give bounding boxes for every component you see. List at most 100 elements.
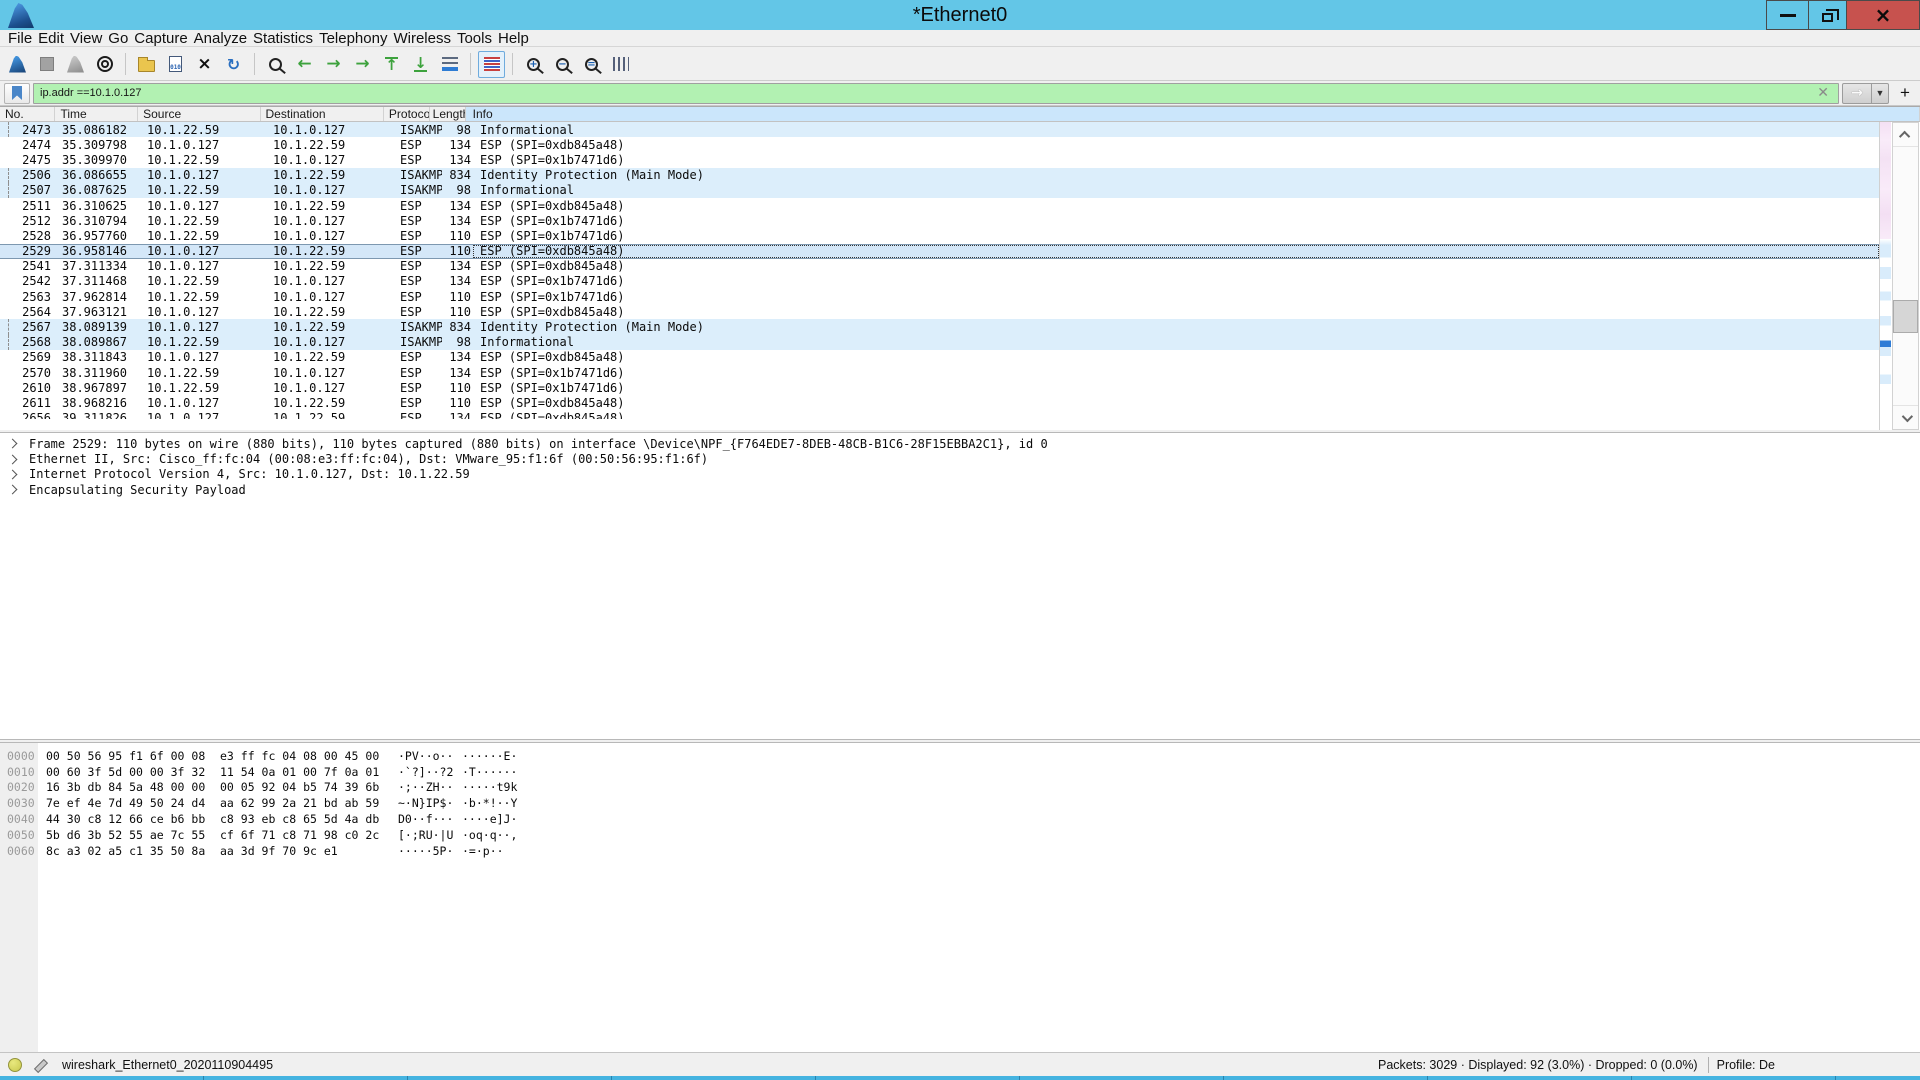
display-filter-input[interactable]: ip.addr ==10.1.0.127 ✕ xyxy=(33,83,1839,104)
open-file-button[interactable] xyxy=(133,51,160,78)
expand-icon[interactable] xyxy=(8,454,18,464)
column-header-source[interactable]: Source xyxy=(138,107,260,121)
column-header-protocol[interactable]: Protocol xyxy=(384,107,430,121)
menu-statistics[interactable]: Statistics xyxy=(250,30,316,47)
menu-go[interactable]: Go xyxy=(105,30,131,47)
zoom-out-button[interactable]: − xyxy=(549,51,576,78)
menu-telephony[interactable]: Telephony xyxy=(316,30,390,47)
intelligent-scrollbar-minimap[interactable] xyxy=(1879,122,1891,430)
reload-file-button[interactable]: ↻ xyxy=(220,51,247,78)
stop-capture-button[interactable] xyxy=(33,51,60,78)
go-to-bottom-button[interactable]: ↓ xyxy=(407,51,434,78)
packet-row-2511[interactable]: 251136.31062510.1.0.12710.1.22.59ESP134E… xyxy=(0,198,1879,213)
expand-icon[interactable] xyxy=(8,485,18,495)
close-button[interactable]: × xyxy=(1846,0,1920,30)
column-header-time[interactable]: Time xyxy=(55,107,138,121)
column-header-no[interactable]: No. xyxy=(0,107,55,121)
packet-list-scrollbar[interactable] xyxy=(1892,122,1919,430)
packet-row-2656[interactable]: 265639.31182610.1.0.12710.1.22.59ESP134E… xyxy=(0,411,1879,419)
packet-row-2507[interactable]: 250736.08762510.1.22.5910.1.0.127ISAKMP9… xyxy=(0,183,1879,198)
colorize-packets-button[interactable] xyxy=(478,51,505,78)
packet-row-2567[interactable]: 256738.08913910.1.0.12710.1.22.59ISAKMP8… xyxy=(0,319,1879,334)
detail-row[interactable]: Encapsulating Security Payload xyxy=(0,482,1920,497)
packet-row-2570[interactable]: 257038.31196010.1.22.5910.1.0.127ESP134E… xyxy=(0,365,1879,380)
packet-row-2475[interactable]: 247535.30997010.1.22.5910.1.0.127ESP134E… xyxy=(0,152,1879,167)
scroll-up-button[interactable] xyxy=(1893,123,1918,147)
auto-scroll-button[interactable] xyxy=(436,51,463,78)
start-capture-icon xyxy=(9,56,26,73)
packet-row-2473[interactable]: 247335.08618210.1.22.5910.1.0.127ISAKMP9… xyxy=(0,122,1879,137)
packet-row-2611[interactable]: 261138.96821610.1.0.12710.1.22.59ESP110E… xyxy=(0,395,1879,410)
menu-analyze[interactable]: Analyze xyxy=(191,30,250,47)
packet-row-2541[interactable]: 254137.31133410.1.0.12710.1.22.59ESP134E… xyxy=(0,259,1879,274)
hex-row[interactable]: 002016 3b db 84 5a 48 00 0000 05 92 04 b… xyxy=(0,780,1920,796)
hex-row[interactable]: 004044 30 c8 12 66 ce b6 bbc8 93 eb c8 6… xyxy=(0,811,1920,827)
column-header-info[interactable]: Info xyxy=(466,107,1920,121)
menu-view[interactable]: View xyxy=(67,30,105,47)
hex-row[interactable]: 00608c a3 02 a5 c1 35 50 8aaa 3d 9f 70 9… xyxy=(0,843,1920,859)
go-to-top-button[interactable]: ↑ xyxy=(378,51,405,78)
expand-icon[interactable] xyxy=(8,439,18,449)
packet-row-2568[interactable]: 256838.08986710.1.22.5910.1.0.127ISAKMP9… xyxy=(0,335,1879,350)
hex-row[interactable]: 000000 50 56 95 f1 6f 00 08e3 ff fc 04 0… xyxy=(0,748,1920,764)
add-filter-button[interactable]: + xyxy=(1894,83,1916,104)
capture-options-button[interactable] xyxy=(91,51,118,78)
packet-row-2563[interactable]: 256337.96281410.1.22.5910.1.0.127ESP110E… xyxy=(0,289,1879,304)
zoom-original-button[interactable]: = xyxy=(578,51,605,78)
packet-source: 10.1.0.127 xyxy=(142,350,268,364)
close-file-button[interactable]: × xyxy=(191,51,218,78)
restore-button[interactable] xyxy=(1808,0,1846,30)
menu-capture[interactable]: Capture xyxy=(131,30,190,47)
hex-row[interactable]: 00307e ef 4e 7d 49 50 24 d4aa 62 99 2a 2… xyxy=(0,795,1920,811)
detail-row[interactable]: Ethernet II, Src: Cisco_ff:fc:04 (00:08:… xyxy=(0,451,1920,466)
packet-no: 2610 xyxy=(0,381,57,395)
scrollbar-thumb[interactable] xyxy=(1893,300,1918,333)
clear-filter-icon[interactable]: ✕ xyxy=(1814,85,1832,101)
start-capture-button[interactable] xyxy=(4,51,31,78)
packet-row-2542[interactable]: 254237.31146810.1.22.5910.1.0.127ESP134E… xyxy=(0,274,1879,289)
packet-row-2512[interactable]: 251236.31079410.1.22.5910.1.0.127ESP134E… xyxy=(0,213,1879,228)
menu-help[interactable]: Help xyxy=(495,30,532,47)
hex-row[interactable]: 00505b d6 3b 52 55 ae 7c 55cf 6f 71 c8 7… xyxy=(0,827,1920,843)
packet-row-2569[interactable]: 256938.31184310.1.0.12710.1.22.59ESP134E… xyxy=(0,350,1879,365)
packet-row-2474[interactable]: 247435.30979810.1.0.12710.1.22.59ESP134E… xyxy=(0,137,1879,152)
go-back-button[interactable]: ← xyxy=(291,51,318,78)
taskbar-edge xyxy=(0,1076,1920,1080)
go-forward-button[interactable]: → xyxy=(320,51,347,78)
detail-row[interactable]: Internet Protocol Version 4, Src: 10.1.0… xyxy=(0,467,1920,482)
apply-filter-button[interactable]: → xyxy=(1842,83,1872,104)
scroll-down-button[interactable] xyxy=(1893,405,1918,429)
zoom-in-button[interactable]: + xyxy=(520,51,547,78)
save-file-button[interactable]: 010 xyxy=(162,51,189,78)
filter-bookmark-button[interactable] xyxy=(4,83,30,104)
hex-row[interactable]: 001000 60 3f 5d 00 00 3f 3211 54 0a 01 0… xyxy=(0,764,1920,780)
find-packet-button[interactable] xyxy=(262,51,289,78)
expand-icon[interactable] xyxy=(8,470,18,480)
titlebar[interactable]: *Ethernet0 × xyxy=(0,0,1920,30)
menu-file[interactable]: File xyxy=(5,30,35,47)
profile-label[interactable]: Profile: De xyxy=(1717,1058,1775,1072)
packet-no: 2529 xyxy=(0,244,57,258)
column-header-destination[interactable]: Destination xyxy=(261,107,384,121)
filter-history-dropdown[interactable]: ▼ xyxy=(1872,83,1889,104)
capture-comment-icon[interactable] xyxy=(34,1058,48,1072)
menu-edit[interactable]: Edit xyxy=(35,30,67,47)
packet-row-2610[interactable]: 261038.96789710.1.22.5910.1.0.127ESP110E… xyxy=(0,380,1879,395)
packet-info: ESP (SPI=0xdb845a48) xyxy=(473,411,1879,419)
menu-tools[interactable]: Tools xyxy=(454,30,495,47)
packet-row-2528[interactable]: 252836.95776010.1.22.5910.1.0.127ESP110E… xyxy=(0,228,1879,243)
packet-no: 2512 xyxy=(0,214,57,228)
expert-info-icon[interactable] xyxy=(8,1058,22,1072)
packet-source: 10.1.0.127 xyxy=(142,396,268,410)
restart-capture-button[interactable] xyxy=(62,51,89,78)
minimize-button[interactable] xyxy=(1766,0,1808,30)
menu-wireless[interactable]: Wireless xyxy=(390,30,454,47)
packet-row-2529[interactable]: 252936.95814610.1.0.12710.1.22.59ESP110E… xyxy=(0,244,1879,259)
packet-row-2506[interactable]: 250636.08665510.1.0.12710.1.22.59ISAKMP8… xyxy=(0,168,1879,183)
detail-row[interactable]: Frame 2529: 110 bytes on wire (880 bits)… xyxy=(0,436,1920,451)
go-to-packet-button[interactable]: → xyxy=(349,51,376,78)
column-header-length[interactable]: Length xyxy=(430,107,466,121)
packet-row-2564[interactable]: 256437.96312110.1.0.12710.1.22.59ESP110E… xyxy=(0,304,1879,319)
resize-columns-button[interactable] xyxy=(607,51,634,78)
packet-source: 10.1.0.127 xyxy=(142,244,268,258)
